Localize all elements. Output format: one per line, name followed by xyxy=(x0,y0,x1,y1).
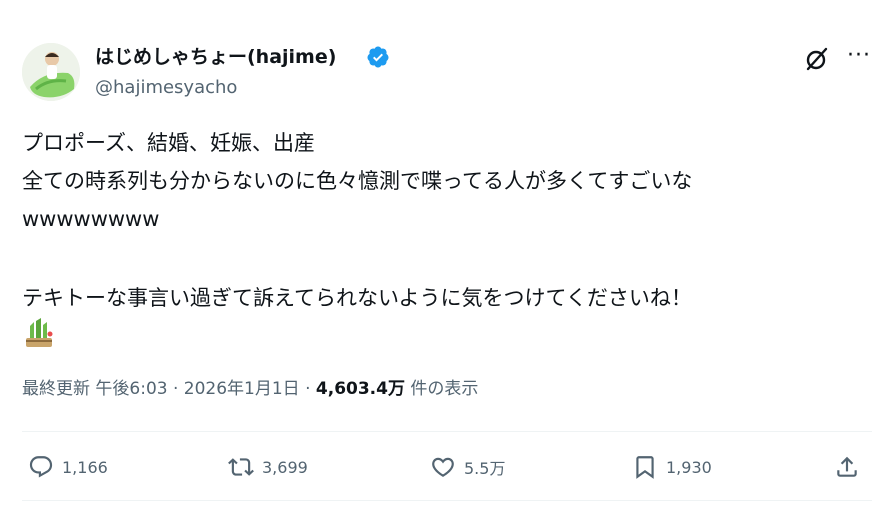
bookmark-icon xyxy=(636,456,654,479)
share-icon xyxy=(837,456,857,477)
more-options-icon[interactable]: ··· xyxy=(847,44,871,70)
divider xyxy=(22,431,872,432)
post-text-line: 全ての時系列も分からないのに色々憶測で喋ってる人が多くてすごいな xyxy=(22,169,693,193)
author-handle[interactable]: @hajimesyacho xyxy=(95,76,237,100)
heart-icon xyxy=(432,457,454,477)
like-button[interactable]: 5.5万 xyxy=(430,450,505,484)
post-timestamp[interactable]: 最終更新 午後6:03 · 2026年1月1日 · xyxy=(22,379,316,399)
kadomatsu-emoji-icon xyxy=(26,318,53,347)
grok-icon[interactable] xyxy=(804,46,830,72)
repost-icon xyxy=(228,458,254,476)
post-text-line: wwwwwwww xyxy=(22,207,160,231)
post-text-line: プロポーズ、結婚、妊娠、出産 xyxy=(22,131,315,155)
view-count: 4,603.4万 xyxy=(315,379,405,399)
post-meta: 最終更新 午後6:03 · 2026年1月1日 · 4,603.4万 件の表示 xyxy=(22,376,478,402)
post-text-line: テキトーな事言い過ぎて訴えてられないように気をつけてくださいね！ xyxy=(22,286,692,310)
avatar[interactable] xyxy=(22,43,80,101)
bookmark-count: 1,930 xyxy=(666,457,712,477)
avatar-image xyxy=(22,43,80,101)
repost-count: 3,699 xyxy=(262,457,308,477)
reply-icon xyxy=(29,456,53,478)
reply-button[interactable]: 1,166 xyxy=(28,450,108,484)
share-button[interactable] xyxy=(834,450,868,484)
view-count-label: 件の表示 xyxy=(404,379,479,399)
divider xyxy=(22,500,872,501)
bookmark-button[interactable]: 1,930 xyxy=(632,450,712,484)
like-count: 5.5万 xyxy=(464,459,506,478)
verified-badge-icon xyxy=(367,46,389,68)
author-display-name[interactable]: はじめしゃちょー(hajime) xyxy=(95,44,336,70)
repost-button[interactable]: 3,699 xyxy=(228,450,308,484)
reply-count: 1,166 xyxy=(62,457,108,477)
